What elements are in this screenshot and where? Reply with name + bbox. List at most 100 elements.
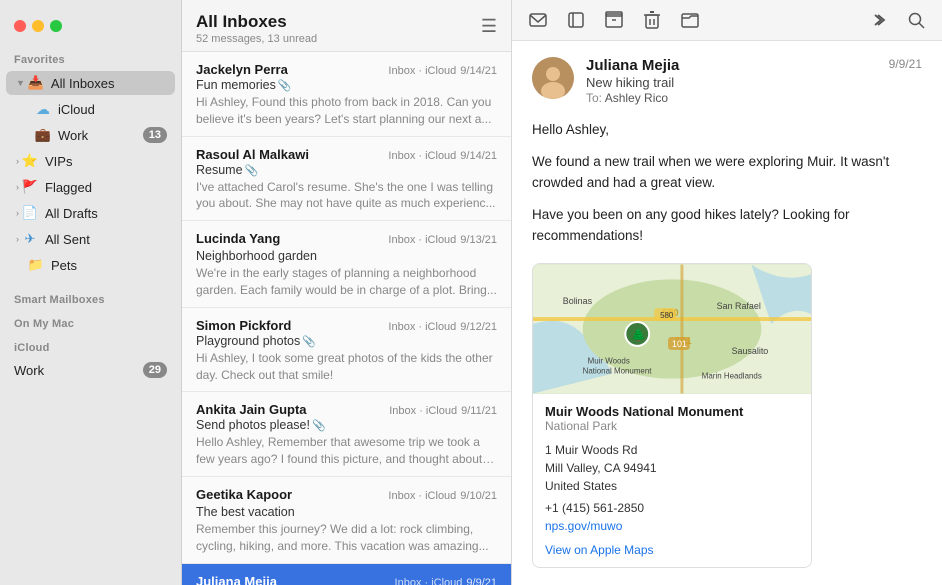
- chevron-icon: ›: [16, 182, 19, 192]
- map-phone: +1 (415) 561-2850: [545, 501, 799, 515]
- icloud-section-label: iCloud: [0, 334, 181, 358]
- message-list-title: All Inboxes: [196, 12, 317, 32]
- close-button[interactable]: [14, 20, 26, 32]
- sidebar-item-work[interactable]: 💼 Work 13: [6, 123, 175, 147]
- chevron-icon: ›: [16, 156, 19, 166]
- message-date: 9/12/21: [460, 321, 497, 333]
- minimize-button[interactable]: [32, 20, 44, 32]
- message-item[interactable]: Ankita Jain Gupta Inbox · iCloud 9/11/21…: [182, 392, 511, 477]
- map-type: National Park: [545, 419, 799, 433]
- sidebar-item-label: Work: [58, 128, 143, 143]
- svg-text:101: 101: [672, 339, 687, 349]
- flagged-icon: 🚩: [21, 178, 39, 196]
- sidebar-item-label: All Drafts: [45, 206, 167, 221]
- message-item[interactable]: Simon Pickford Inbox · iCloud 9/12/21 Pl…: [182, 308, 511, 393]
- svg-text:Muir Woods: Muir Woods: [588, 357, 630, 366]
- delete-icon[interactable]: [642, 10, 662, 30]
- message-sender: Rasoul Al Malkawi: [196, 147, 309, 162]
- email-to-address: Ashley Rico: [605, 91, 668, 105]
- message-mailbox: Inbox · iCloud: [388, 490, 456, 502]
- sidebar: Favorites ▼ 📥 All Inboxes ☁ iCloud 💼 Wor…: [0, 0, 182, 585]
- svg-text:🌲: 🌲: [631, 328, 646, 342]
- message-date: 9/10/21: [460, 490, 497, 502]
- sidebar-item-all-inboxes[interactable]: ▼ 📥 All Inboxes: [6, 71, 175, 95]
- map-address-line2: Mill Valley, CA 94941: [545, 461, 657, 475]
- message-list-subtitle: 52 messages, 13 unread: [196, 33, 317, 45]
- traffic-lights: [0, 12, 181, 46]
- message-preview: Hello Ashley, Remember that awesome trip…: [196, 434, 497, 468]
- sidebar-item-label: Pets: [51, 258, 167, 273]
- message-date: 9/11/21: [461, 405, 497, 417]
- chevron-icon: ›: [16, 234, 19, 244]
- detail-content: Juliana Mejia New hiking trail To: Ashle…: [512, 41, 942, 585]
- svg-text:580: 580: [660, 311, 674, 320]
- email-body-greeting: Hello Ashley,: [532, 119, 922, 141]
- compose-icon[interactable]: [566, 10, 586, 30]
- work-section-label: Work: [14, 363, 143, 378]
- message-sender: Jackelyn Perra: [196, 62, 288, 77]
- svg-text:Bolinas: Bolinas: [563, 296, 593, 306]
- message-subject: Fun memories: [196, 78, 276, 92]
- reply-icon[interactable]: [528, 10, 548, 30]
- sidebar-item-label: All Inboxes: [51, 76, 167, 91]
- message-mailbox: Inbox · iCloud: [395, 577, 463, 585]
- sidebar-item-label: All Sent: [45, 232, 167, 247]
- email-to: To: Ashley Rico: [586, 91, 879, 105]
- message-subject: The best vacation: [196, 505, 295, 519]
- email-date: 9/9/21: [889, 57, 922, 71]
- sidebar-item-all-sent[interactable]: › ✈ All Sent: [6, 227, 175, 251]
- work-section-badge: 29: [143, 362, 167, 378]
- map-address-line3: United States: [545, 479, 617, 493]
- attachment-icon: 📎: [278, 79, 292, 92]
- attachment-icon: 📎: [302, 335, 316, 348]
- message-date: 9/13/21: [460, 234, 497, 246]
- attachment-icon: 📎: [245, 164, 259, 177]
- all-inboxes-icon: 📥: [27, 74, 45, 92]
- sidebar-item-pets[interactable]: 📁 Pets: [6, 253, 175, 277]
- email-body-paragraph2: Have you been on any good hikes lately? …: [532, 204, 922, 247]
- message-preview: Hi Ashley, Found this photo from back in…: [196, 94, 497, 128]
- message-item[interactable]: Jackelyn Perra Inbox · iCloud 9/14/21 Fu…: [182, 52, 511, 137]
- message-subject: Playground photos: [196, 334, 300, 348]
- message-subject: Neighborhood garden: [196, 249, 317, 263]
- map-card: 580 580 101 101 🌲 Bolinas Muir Woods Nat…: [532, 263, 812, 568]
- sidebar-item-icloud[interactable]: ☁ iCloud: [6, 97, 175, 121]
- message-item[interactable]: Lucinda Yang Inbox · iCloud 9/13/21 Neig…: [182, 221, 511, 308]
- work-badge: 13: [143, 127, 167, 143]
- message-items: Jackelyn Perra Inbox · iCloud 9/14/21 Fu…: [182, 52, 511, 585]
- favorites-section-label: Favorites: [0, 46, 181, 70]
- email-body: Hello Ashley, We found a new trail when …: [532, 119, 922, 247]
- archive-icon[interactable]: [604, 10, 624, 30]
- move-icon[interactable]: [680, 10, 700, 30]
- sidebar-item-vips[interactable]: › ⭐ VIPs: [6, 149, 175, 173]
- search-icon[interactable]: [906, 10, 926, 30]
- message-subject: Resume: [196, 163, 243, 177]
- sidebar-item-flagged[interactable]: › 🚩 Flagged: [6, 175, 175, 199]
- apple-maps-link[interactable]: View on Apple Maps: [545, 543, 799, 557]
- detail-toolbar: [512, 0, 942, 41]
- drafts-icon: 📄: [21, 204, 39, 222]
- detail-pane: Juliana Mejia New hiking trail To: Ashle…: [512, 0, 942, 585]
- message-item[interactable]: Rasoul Al Malkawi Inbox · iCloud 9/14/21…: [182, 137, 511, 222]
- message-preview: We're in the early stages of planning a …: [196, 265, 497, 299]
- message-subject: Send photos please!: [196, 418, 310, 432]
- svg-text:Marin Headlands: Marin Headlands: [702, 372, 762, 381]
- sidebar-item-label: Flagged: [45, 180, 167, 195]
- message-list-header: All Inboxes 52 messages, 13 unread ☰: [182, 0, 511, 52]
- sidebar-item-all-drafts[interactable]: › 📄 All Drafts: [6, 201, 175, 225]
- maximize-button[interactable]: [50, 20, 62, 32]
- sidebar-item-work-section[interactable]: Work 29: [6, 359, 175, 381]
- message-mailbox: Inbox · iCloud: [388, 150, 456, 162]
- message-date: 9/14/21: [460, 65, 497, 77]
- more-icon[interactable]: [868, 10, 888, 30]
- email-subject-line: New hiking trail: [586, 75, 879, 90]
- message-item-selected[interactable]: Juliana Mejia Inbox · iCloud 9/9/21 New …: [182, 564, 511, 585]
- message-item[interactable]: Geetika Kapoor Inbox · iCloud 9/10/21 Th…: [182, 477, 511, 564]
- message-list: All Inboxes 52 messages, 13 unread ☰ Jac…: [182, 0, 512, 585]
- chevron-icon: ▼: [16, 78, 25, 88]
- svg-text:Sausalito: Sausalito: [732, 346, 769, 356]
- map-website-link[interactable]: nps.gov/muwo: [545, 519, 622, 533]
- map-address: 1 Muir Woods Rd Mill Valley, CA 94941 Un…: [545, 441, 799, 495]
- filter-icon[interactable]: ☰: [481, 16, 497, 37]
- email-header: Juliana Mejia New hiking trail To: Ashle…: [532, 57, 922, 105]
